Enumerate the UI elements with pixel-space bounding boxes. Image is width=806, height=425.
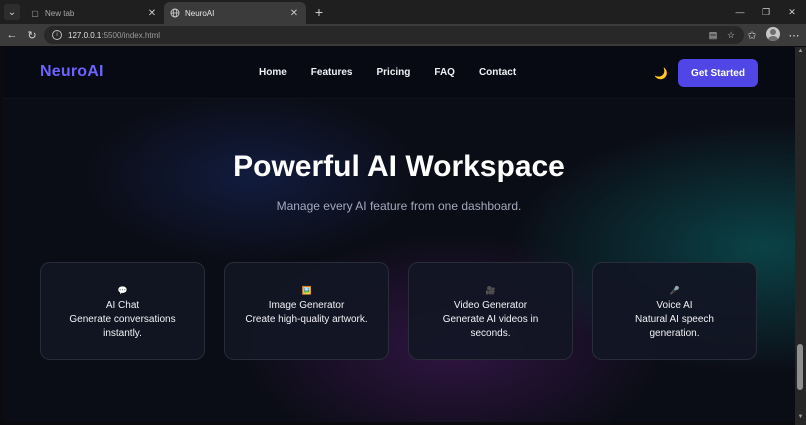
video-camera-icon: 🎥 [485, 286, 496, 295]
hero-subtitle: Manage every AI feature from one dashboa… [276, 199, 522, 213]
chat-bubble-icon: 💬 [117, 286, 128, 295]
feature-description: Create high-quality artwork. [245, 314, 368, 325]
scroll-down-arrow-icon[interactable]: ▼ [797, 414, 804, 422]
back-arrow-icon[interactable]: ← [4, 27, 20, 43]
tab-neuroai[interactable]: NeuroAI ✕ [164, 2, 306, 24]
feature-description: Natural AI speech generation. [635, 314, 714, 339]
close-icon[interactable]: ✕ [146, 8, 158, 19]
favorites-icon[interactable]: ✩ [744, 27, 760, 43]
nav-link-faq[interactable]: FAQ [434, 67, 455, 78]
nav-link-home[interactable]: Home [259, 67, 287, 78]
nav-link-pricing[interactable]: Pricing [376, 67, 410, 78]
feature-title: Image Generator [268, 300, 345, 311]
feature-card-image-generator[interactable]: 🖼️ Image Generator Create high-quality a… [224, 262, 389, 360]
scroll-up-arrow-icon[interactable]: ▲ [797, 48, 804, 56]
minimize-icon[interactable]: — [730, 4, 750, 20]
moon-icon[interactable]: 🌙 [654, 66, 668, 80]
nav-link-features[interactable]: Features [311, 67, 353, 78]
feature-title: AI Chat [105, 300, 140, 311]
page-viewport: NeuroAI Home Features Pricing FAQ Contac… [3, 47, 795, 422]
site-navbar: NeuroAI Home Features Pricing FAQ Contac… [3, 47, 795, 99]
nav-link-contact[interactable]: Contact [479, 67, 516, 78]
more-menu-icon[interactable]: ⋯ [786, 27, 802, 43]
url-text: 127.0.0.1:5500/index.html [68, 31, 160, 40]
feature-description: Generate conversations instantly. [69, 314, 176, 339]
url-host: 127.0.0.1 [68, 30, 102, 40]
favorite-star-icon[interactable]: ☆ [724, 28, 738, 42]
feature-card-ai-chat[interactable]: 💬 AI Chat Generate conversations instant… [40, 262, 205, 360]
url-path: :5500/index.html [101, 30, 161, 40]
site-logo[interactable]: NeuroAI [40, 63, 104, 81]
page-icon: ▢ [31, 8, 39, 18]
globe-icon [170, 8, 180, 18]
feature-card-voice-ai[interactable]: 🎤 Voice AI Natural AI speech generation. [592, 262, 757, 360]
close-icon[interactable]: ✕ [288, 8, 300, 19]
browser-toolbar: ← ↻ i 127.0.0.1:5500/index.html ▤ ☆ ✩ ⋯ [0, 24, 806, 46]
get-started-button[interactable]: Get Started [678, 59, 758, 87]
scrollbar-thumb[interactable] [797, 344, 803, 390]
tab-new-tab[interactable]: ▢ New tab ✕ [24, 2, 164, 24]
window-close-icon[interactable]: ✕ [782, 4, 802, 20]
reload-icon[interactable]: ↻ [24, 27, 40, 43]
picture-icon: 🖼️ [301, 286, 312, 295]
browser-tab-strip: ⌄ ▢ New tab ✕ NeuroAI ✕ + — ❐ ✕ [0, 0, 806, 24]
feature-title: Video Generator [453, 300, 528, 311]
tab-title: New tab [45, 8, 75, 18]
restore-icon[interactable]: ❐ [756, 4, 776, 20]
hero-title: Powerful AI Workspace [233, 150, 565, 183]
microphone-icon: 🎤 [669, 286, 680, 295]
feature-description: Generate AI videos in seconds. [442, 314, 539, 339]
address-bar[interactable]: i 127.0.0.1:5500/index.html ▤ ☆ [44, 26, 744, 44]
profile-avatar[interactable] [766, 27, 780, 41]
tab-title: NeuroAI [185, 8, 215, 18]
nav-links: Home Features Pricing FAQ Contact [259, 67, 516, 78]
info-icon[interactable]: i [52, 30, 62, 40]
reader-mode-icon[interactable]: ▤ [706, 28, 720, 42]
new-tab-button[interactable]: + [310, 3, 328, 21]
feature-title: Voice AI [656, 300, 693, 311]
tab-list-button[interactable]: ⌄ [4, 4, 20, 20]
feature-card-video-generator[interactable]: 🎥 Video Generator Generate AI videos in … [408, 262, 573, 360]
